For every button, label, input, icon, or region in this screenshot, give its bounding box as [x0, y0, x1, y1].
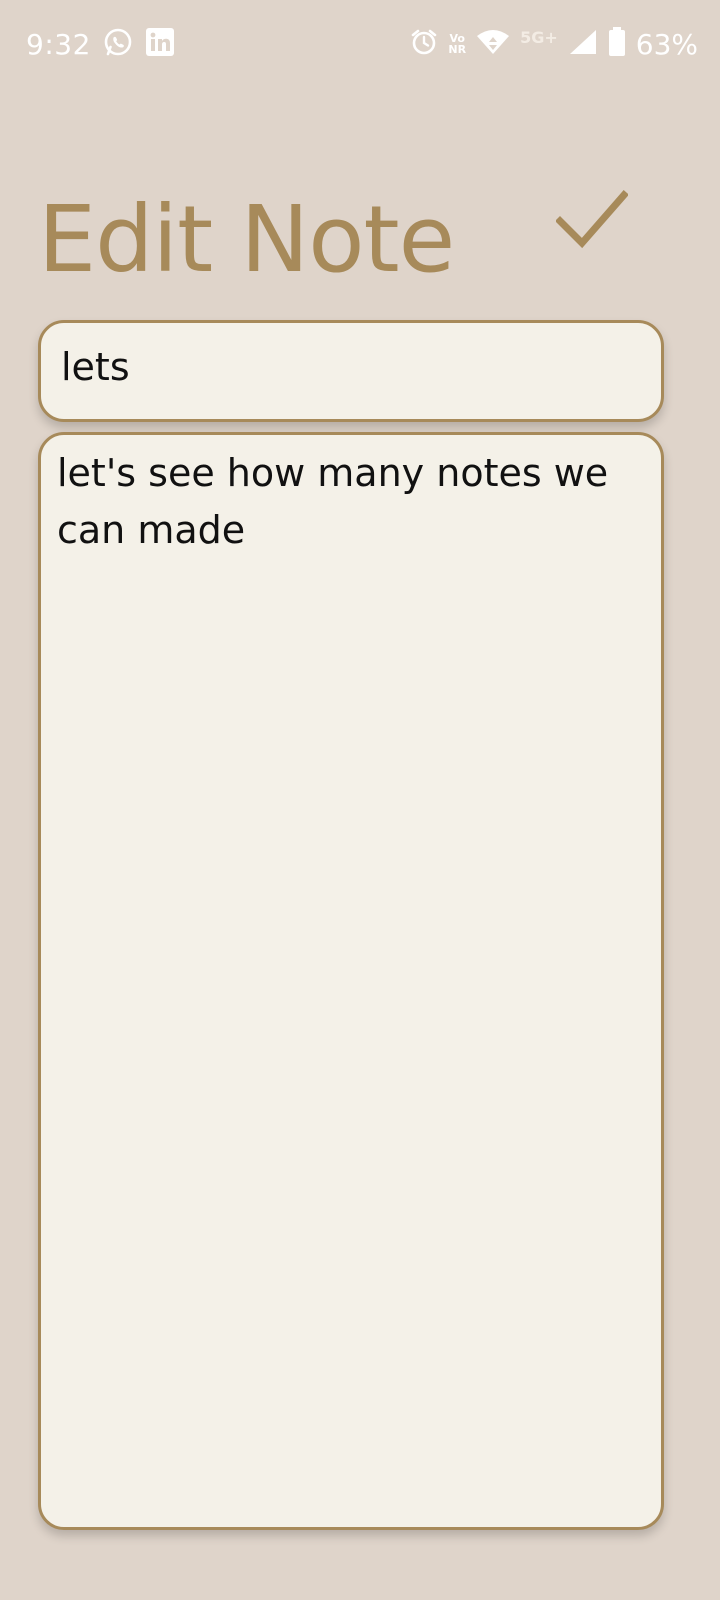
- battery-percent: 63%: [635, 27, 698, 61]
- save-button[interactable]: [552, 186, 632, 256]
- alarm-icon: [410, 28, 438, 60]
- signal-icon: [568, 28, 598, 60]
- note-title-text: lets: [61, 345, 130, 389]
- note-body-text: let's see how many notes we can made: [57, 451, 609, 552]
- status-time: 9:32: [26, 27, 91, 61]
- wifi-icon: [476, 28, 510, 60]
- check-icon: [555, 189, 629, 253]
- whatsapp-icon: [103, 27, 133, 61]
- volte-label-bottom: NR: [448, 43, 467, 56]
- 5g-icon: 5G+: [520, 27, 558, 47]
- note-body-input[interactable]: let's see how many notes we can made: [38, 432, 664, 1530]
- note-title-input[interactable]: lets: [38, 320, 664, 422]
- volte-icon: Vo NR: [448, 33, 466, 55]
- linkedin-icon: [145, 27, 175, 61]
- status-bar: 9:32 Vo NR 5G+ 63%: [0, 0, 720, 88]
- battery-icon: [608, 27, 626, 61]
- page-title: Edit Note: [38, 186, 455, 293]
